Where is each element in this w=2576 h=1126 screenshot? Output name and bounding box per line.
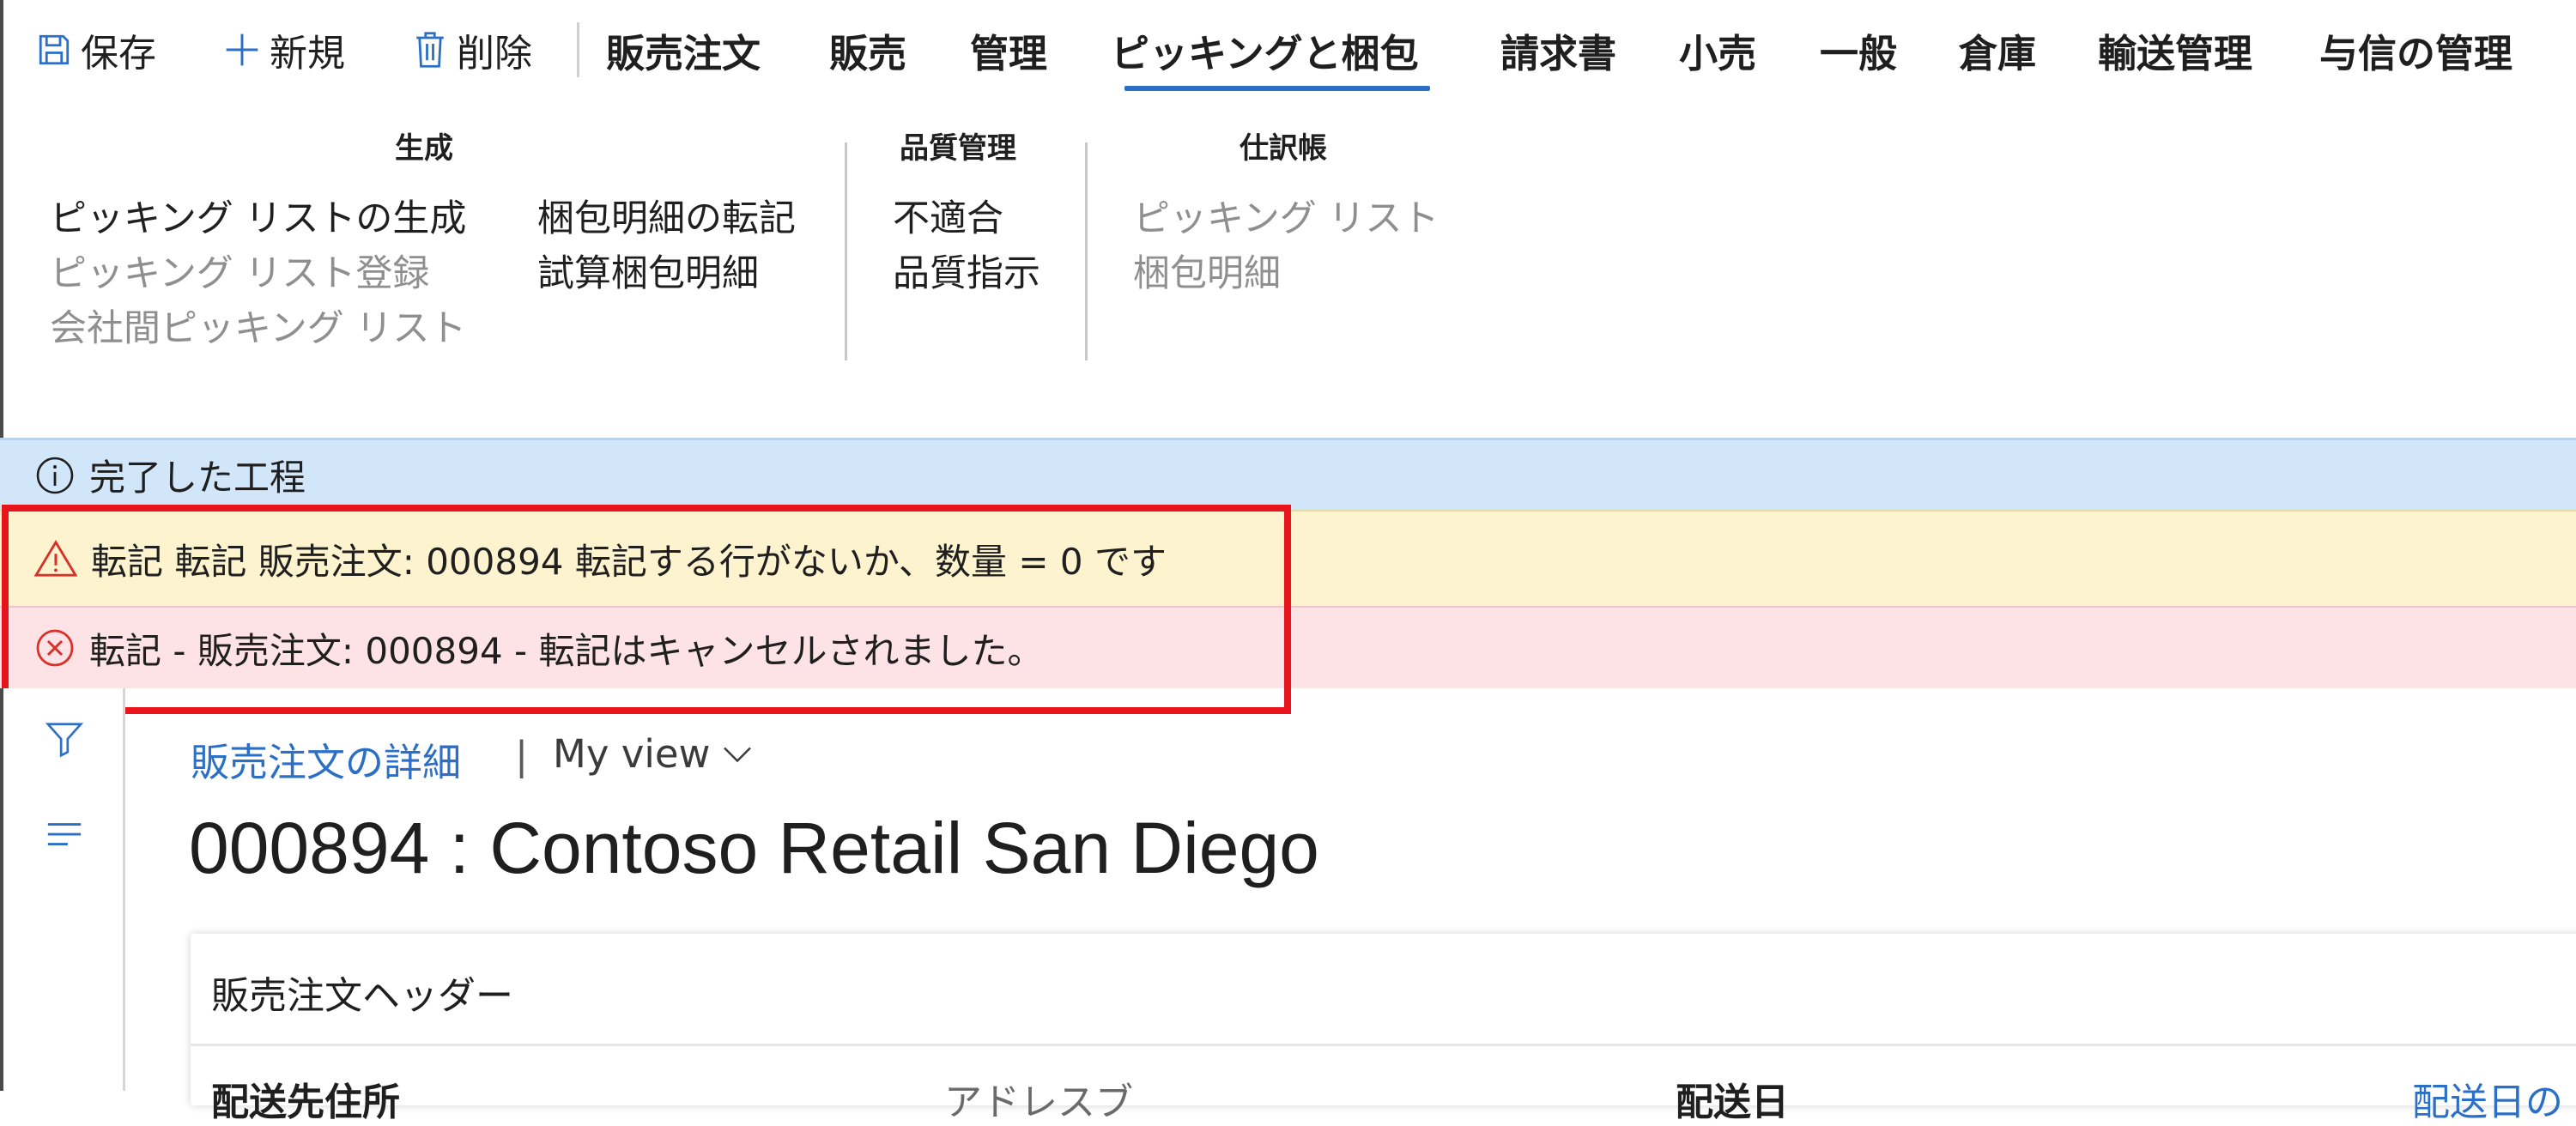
list-button[interactable] — [45, 817, 84, 855]
filter-button[interactable] — [45, 719, 84, 762]
filter-icon — [45, 723, 84, 758]
intercompany-picking-list-button[interactable]: 会社間ピッキング リスト — [50, 299, 466, 352]
save-icon — [39, 34, 70, 65]
delete-label: 削除 — [457, 32, 532, 76]
tab-sales-order[interactable]: 販売注文 — [606, 19, 761, 81]
breadcrumb-separator: | — [515, 733, 529, 778]
tab-general[interactable]: 一般 — [1820, 19, 1897, 81]
sales-order-header-card — [191, 934, 2576, 1105]
group-title-quality: 品質管理 — [900, 131, 1016, 166]
tab-invoice[interactable]: 請求書 — [1500, 19, 1616, 81]
toolbar-divider — [577, 22, 579, 77]
section-divider — [191, 1044, 2576, 1046]
nonconformance-button[interactable]: 不適合 — [893, 189, 1003, 242]
tab-warehouse[interactable]: 倉庫 — [1959, 19, 2036, 81]
ribbon-divider — [845, 142, 847, 360]
tab-retail[interactable]: 小売 — [1679, 19, 1756, 81]
trash-icon — [416, 32, 444, 68]
chevron-down-icon — [724, 747, 752, 762]
field-label-delivery-date: 配送日 — [1676, 1081, 1789, 1124]
delete-button[interactable]: 削除 — [412, 19, 532, 81]
field-label-delivery-address: 配送先住所 — [211, 1081, 400, 1124]
info-message-text: 完了した工程 — [89, 457, 306, 499]
view-selector[interactable]: My view — [553, 731, 753, 777]
save-button[interactable]: 保存 — [36, 19, 156, 81]
highlight-annotation-box — [2, 505, 1291, 714]
tab-credit-management[interactable]: 与信の管理 — [2319, 19, 2512, 81]
new-label: 新規 — [270, 32, 345, 76]
tab-pick-and-pack[interactable]: ピッキングと梱包 — [1111, 19, 1419, 81]
info-message-bar: 完了した工程 — [0, 438, 2576, 510]
tab-transportation[interactable]: 輸送管理 — [2098, 19, 2252, 81]
save-label: 保存 — [81, 32, 156, 76]
pro-forma-packing-slip-button[interactable]: 試算梱包明細 — [537, 244, 759, 297]
view-selector-label: My view — [553, 731, 711, 777]
active-tab-indicator — [1124, 86, 1430, 91]
field-label-address-book: アドレスブ — [944, 1081, 1133, 1124]
info-icon — [36, 457, 74, 493]
page-title: 000894 : Contoso Retail San Diego — [189, 808, 1319, 888]
new-button[interactable]: 新規 — [223, 19, 345, 81]
field-label-delivery-date-link[interactable]: 配送日の — [2412, 1071, 2563, 1126]
breadcrumb-sales-order-details[interactable]: 販売注文の詳細 — [191, 731, 461, 787]
list-icon — [47, 823, 82, 845]
group-title-journal: 仕訳帳 — [1240, 131, 1327, 166]
picking-list-registration-button[interactable]: ピッキング リスト登録 — [50, 244, 429, 297]
ribbon-divider — [1085, 142, 1088, 360]
tab-sell[interactable]: 販売 — [829, 19, 906, 81]
group-title-generate: 生成 — [395, 131, 453, 166]
section-title[interactable]: 販売注文ヘッダー — [211, 965, 513, 1020]
plus-icon — [226, 33, 258, 66]
tab-manage[interactable]: 管理 — [970, 19, 1047, 81]
post-packing-slip-button[interactable]: 梱包明細の転記 — [537, 189, 796, 242]
left-rail — [0, 688, 125, 1091]
quality-order-button[interactable]: 品質指示 — [893, 244, 1040, 297]
journal-picking-list-button[interactable]: ピッキング リスト — [1133, 189, 1439, 242]
generate-picking-list-button[interactable]: ピッキング リストの生成 — [50, 189, 466, 242]
action-pane: 保存 新規 削除 販売注文 販売 管理 ピッキングと梱包 請求書 小売 一般 倉… — [0, 0, 2576, 103]
journal-packing-slip-button[interactable]: 梱包明細 — [1133, 244, 1281, 297]
